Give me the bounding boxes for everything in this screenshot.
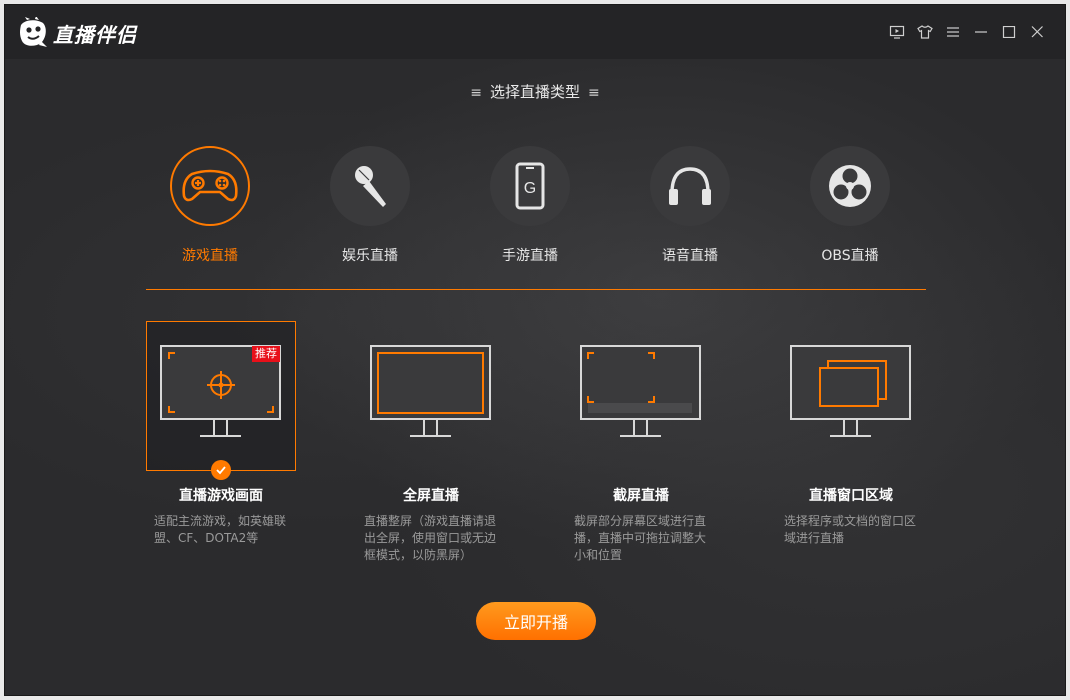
title-bar[interactable]: 直播伴侣	[5, 5, 1065, 59]
minimize-icon[interactable]	[967, 21, 995, 43]
live-type-icon-circle	[810, 146, 890, 226]
maximize-icon[interactable]	[995, 21, 1023, 43]
mode-card	[356, 321, 506, 471]
mode-description: 直播整屏（游戏直播请退出全屏，使用窗口或无边框模式，以防黑屏）	[364, 514, 497, 562]
mode-card	[566, 321, 716, 471]
section-title-text: 选择直播类型	[489, 83, 580, 101]
app-logo: 直播伴侣	[17, 17, 137, 49]
monitor-window-icon	[790, 345, 911, 437]
mode-game-capture[interactable]: 推荐 直播游戏画面 适配主流游戏，如英雄联盟、CF、DOTA2等	[146, 321, 296, 547]
microphone-icon	[355, 166, 386, 207]
live-type-voice[interactable]: 语音直播	[630, 146, 750, 265]
selected-check-icon	[211, 460, 231, 480]
live-type-label: 娱乐直播	[342, 248, 398, 264]
mode-description: 选择程序或文档的窗口区域进行直播	[784, 514, 917, 545]
mode-card: 推荐	[146, 321, 296, 480]
live-type-icon-circle	[650, 146, 730, 226]
mode-title: 直播游戏画面	[179, 488, 263, 504]
tv-icon[interactable]	[883, 21, 911, 43]
mode-screenshot-region[interactable]: 截屏直播 截屏部分屏幕区域进行直播，直播中可拖拉调整大小和位置	[566, 321, 716, 564]
section-title: ≡ 选择直播类型 ≡	[5, 81, 1065, 102]
orange-divider	[146, 289, 926, 290]
mode-title: 直播窗口区域	[809, 488, 893, 504]
gamepad-icon	[182, 169, 238, 202]
app-title: 直播伴侣	[53, 22, 137, 47]
mode-fullscreen[interactable]: 全屏直播 直播整屏（游戏直播请退出全屏，使用窗口或无边框模式，以防黑屏）	[356, 321, 506, 564]
live-type-icon-circle	[170, 146, 250, 226]
start-live-button[interactable]: 立即开播	[476, 602, 596, 640]
mascot-logo-icon	[20, 17, 47, 47]
mode-window-region[interactable]: 直播窗口区域 选择程序或文档的窗口区域进行直播	[776, 321, 926, 547]
mode-title: 截屏直播	[613, 488, 669, 504]
mode-description: 截屏部分屏幕区域进行直播，直播中可拖拉调整大小和位置	[574, 514, 707, 562]
monitor-fullscreen-icon	[370, 345, 491, 437]
menu-lines-icon: ≡	[470, 85, 482, 101]
live-type-obs[interactable]: OBS直播	[790, 146, 910, 265]
headphones-icon	[669, 167, 711, 205]
live-type-game[interactable]: 游戏直播	[150, 146, 270, 265]
menu-lines-icon: ≡	[588, 85, 600, 101]
live-type-label: OBS直播	[821, 248, 879, 264]
live-type-icon-circle	[330, 146, 410, 226]
svg-text:G: G	[524, 180, 536, 197]
live-type-label: 游戏直播	[182, 248, 238, 264]
phone-icon: G	[515, 162, 545, 210]
monitor-region-icon	[580, 345, 701, 437]
close-icon[interactable]	[1023, 21, 1051, 43]
live-type-label: 手游直播	[502, 248, 558, 264]
mode-card	[776, 321, 926, 471]
live-type-label: 语音直播	[662, 248, 718, 264]
shirt-icon[interactable]	[911, 21, 939, 43]
obs-icon	[829, 165, 871, 207]
recommended-badge: 推荐	[252, 346, 280, 362]
live-type-entertainment[interactable]: 娱乐直播	[310, 146, 430, 265]
live-type-mobile[interactable]: G 手游直播	[470, 146, 590, 265]
mode-description: 适配主流游戏，如英雄联盟、CF、DOTA2等	[154, 514, 287, 545]
mode-title: 全屏直播	[403, 488, 459, 504]
live-type-icon-circle: G	[490, 146, 570, 226]
app-window: 直播伴侣 ≡ 选择直播类型 ≡ 游戏直播 娱乐直播 G 手游直播 语音直播 OB…	[4, 4, 1066, 696]
window-controls	[883, 21, 1051, 43]
menu-icon[interactable]	[939, 21, 967, 43]
monitor-crosshair-icon	[160, 345, 281, 437]
